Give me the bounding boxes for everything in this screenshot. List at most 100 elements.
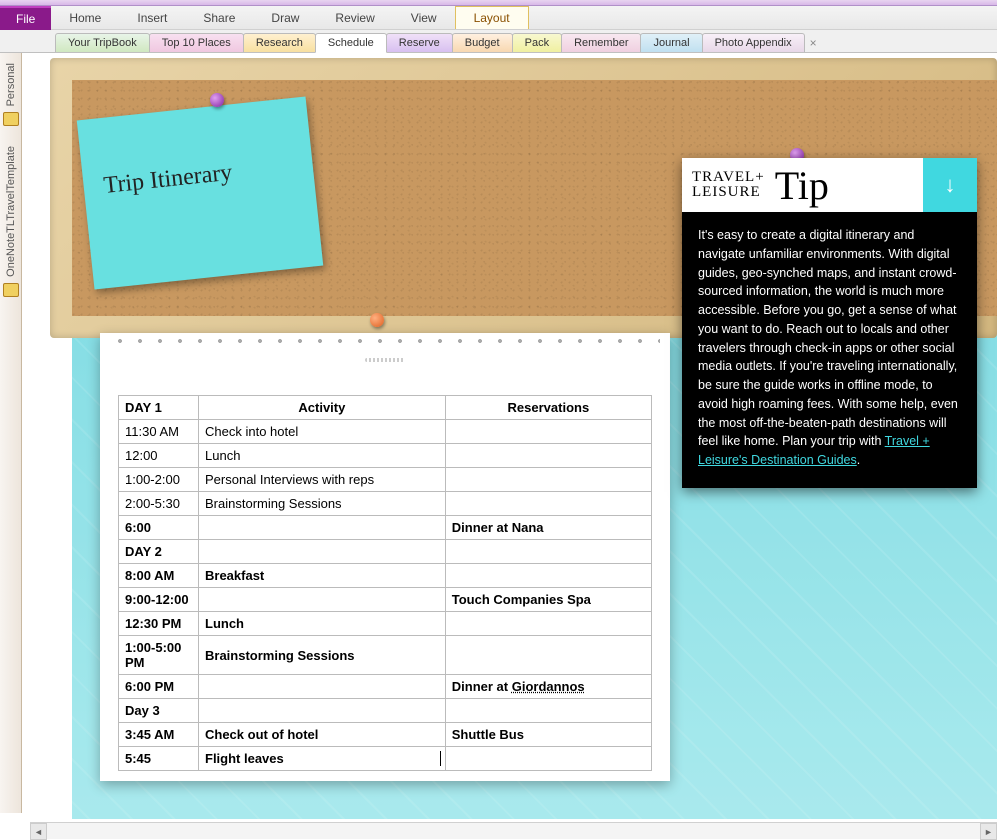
table-row[interactable]: 5:45Flight leaves [119, 747, 652, 771]
tab-tripbook[interactable]: Your TripBook [55, 33, 150, 52]
down-arrow-icon[interactable]: ↓ [923, 158, 977, 212]
table-row[interactable]: 12:30 PMLunch [119, 612, 652, 636]
notebook-icon[interactable] [3, 112, 19, 126]
cell-reservations[interactable] [445, 747, 651, 771]
table-header-day: DAY 1 [119, 396, 199, 420]
ribbon-file-tab[interactable]: File [0, 6, 51, 30]
side-label-personal[interactable]: Personal [5, 63, 17, 106]
cell-reservations[interactable] [445, 699, 651, 723]
table-row[interactable]: Day 3 [119, 699, 652, 723]
ribbon-tab-draw[interactable]: Draw [253, 7, 317, 29]
cell-activity[interactable]: Brainstorming Sessions [199, 492, 446, 516]
pushpin-icon [370, 313, 384, 327]
tab-photo[interactable]: Photo Appendix [702, 33, 805, 52]
side-panel: Personal OneNoteTLTravelTemplate [0, 53, 22, 813]
table-row[interactable]: 11:30 AMCheck into hotel [119, 420, 652, 444]
cell-activity[interactable] [199, 675, 446, 699]
cell-reservations[interactable]: Shuttle Bus [445, 723, 651, 747]
tab-research[interactable]: Research [243, 33, 316, 52]
table-row[interactable]: 1:00-5:00 PMBrainstorming Sessions [119, 636, 652, 675]
table-row[interactable]: 6:00 Dinner at Nana [119, 516, 652, 540]
tab-pack[interactable]: Pack [512, 33, 562, 52]
cell-activity[interactable]: Brainstorming Sessions [199, 636, 446, 675]
table-row[interactable]: 2:00-5:30Brainstorming Sessions [119, 492, 652, 516]
cell-time[interactable]: 12:00 [119, 444, 199, 468]
cell-time[interactable]: 1:00-2:00 [119, 468, 199, 492]
container-handle[interactable] [100, 355, 670, 365]
cell-activity[interactable]: Personal Interviews with reps [199, 468, 446, 492]
ribbon-tab-layout[interactable]: Layout [455, 6, 529, 29]
notepad-sheet[interactable]: DAY 1 Activity Reservations 11:30 AMChec… [100, 333, 670, 781]
tab-schedule[interactable]: Schedule [315, 33, 387, 53]
ribbon: File Home Insert Share Draw Review View … [0, 6, 997, 30]
tab-reserve[interactable]: Reserve [386, 33, 453, 52]
ribbon-tab-insert[interactable]: Insert [119, 7, 185, 29]
cell-activity[interactable] [199, 699, 446, 723]
pushpin-icon [210, 93, 224, 107]
itinerary-table[interactable]: DAY 1 Activity Reservations 11:30 AMChec… [118, 395, 652, 771]
cell-reservations[interactable] [445, 636, 651, 675]
cell-time[interactable]: 9:00-12:00 [119, 588, 199, 612]
table-row[interactable]: 6:00 PM Dinner at Giordannos [119, 675, 652, 699]
table-row[interactable]: 9:00-12:00 Touch Companies Spa [119, 588, 652, 612]
notebook-icon[interactable] [3, 283, 19, 297]
sticky-note[interactable]: Trip Itinerary [77, 96, 324, 289]
table-row[interactable]: 3:45 AMCheck out of hotelShuttle Bus [119, 723, 652, 747]
scroll-track[interactable] [47, 823, 980, 839]
tab-top10[interactable]: Top 10 Places [149, 33, 244, 52]
table-row[interactable]: 1:00-2:00Personal Interviews with reps [119, 468, 652, 492]
side-label-template[interactable]: OneNoteTLTravelTemplate [5, 146, 17, 277]
cell-reservations[interactable]: Touch Companies Spa [445, 588, 651, 612]
ribbon-tab-review[interactable]: Review [317, 7, 392, 29]
cell-activity[interactable]: Lunch [199, 444, 446, 468]
table-header-activity: Activity [199, 396, 446, 420]
table-row[interactable]: 8:00 AMBreakfast [119, 564, 652, 588]
travel-leisure-logo: TRAVEL+ LEISURE [682, 164, 771, 206]
cell-reservations[interactable] [445, 492, 651, 516]
cell-activity[interactable] [199, 540, 446, 564]
ribbon-tab-share[interactable]: Share [185, 7, 253, 29]
cell-activity[interactable]: Breakfast [199, 564, 446, 588]
cell-time[interactable]: 3:45 AM [119, 723, 199, 747]
cell-time[interactable]: DAY 2 [119, 540, 199, 564]
cell-time[interactable]: 8:00 AM [119, 564, 199, 588]
ribbon-tab-home[interactable]: Home [51, 7, 119, 29]
page-tabs-row: Your TripBook Top 10 Places Research Sch… [0, 30, 997, 53]
cell-time[interactable]: 6:00 [119, 516, 199, 540]
cell-activity[interactable]: Flight leaves [199, 747, 446, 771]
scroll-left-icon[interactable]: ◄ [30, 823, 47, 840]
tip-title: Tip [771, 162, 829, 209]
tab-journal[interactable]: Journal [640, 33, 702, 52]
cell-time[interactable]: 2:00-5:30 [119, 492, 199, 516]
cell-reservations[interactable] [445, 564, 651, 588]
cell-activity[interactable]: Lunch [199, 612, 446, 636]
scroll-right-icon[interactable]: ► [980, 823, 997, 840]
cell-activity[interactable] [199, 588, 446, 612]
cell-activity[interactable]: Check out of hotel [199, 723, 446, 747]
cell-time[interactable]: 12:30 PM [119, 612, 199, 636]
cell-reservations[interactable] [445, 612, 651, 636]
cell-activity[interactable] [199, 516, 446, 540]
cell-time[interactable]: 11:30 AM [119, 420, 199, 444]
page-canvas[interactable]: THE WORLD: POLITICAL Trip Itinerary DAY … [30, 53, 997, 819]
horizontal-scrollbar[interactable]: ◄ ► [30, 822, 997, 839]
table-row[interactable]: 12:00Lunch [119, 444, 652, 468]
ribbon-tab-view[interactable]: View [393, 7, 455, 29]
cell-reservations[interactable]: Dinner at Giordannos [445, 675, 651, 699]
cell-time[interactable]: 5:45 [119, 747, 199, 771]
cell-reservations[interactable] [445, 444, 651, 468]
tab-close-icon[interactable]: × [804, 34, 823, 52]
cell-reservations[interactable] [445, 420, 651, 444]
cell-reservations[interactable] [445, 468, 651, 492]
table-row[interactable]: DAY 2 [119, 540, 652, 564]
tip-panel[interactable]: TRAVEL+ LEISURE Tip ↓ It's easy to creat… [682, 158, 977, 488]
cell-time[interactable]: Day 3 [119, 699, 199, 723]
tab-remember[interactable]: Remember [561, 33, 641, 52]
cell-time[interactable]: 1:00-5:00 PM [119, 636, 199, 675]
cell-time[interactable]: 6:00 PM [119, 675, 199, 699]
cell-activity[interactable]: Check into hotel [199, 420, 446, 444]
tab-budget[interactable]: Budget [452, 33, 513, 52]
cell-reservations[interactable] [445, 540, 651, 564]
tip-body-text: It's easy to create a digital itinerary … [682, 212, 977, 488]
cell-reservations[interactable]: Dinner at Nana [445, 516, 651, 540]
